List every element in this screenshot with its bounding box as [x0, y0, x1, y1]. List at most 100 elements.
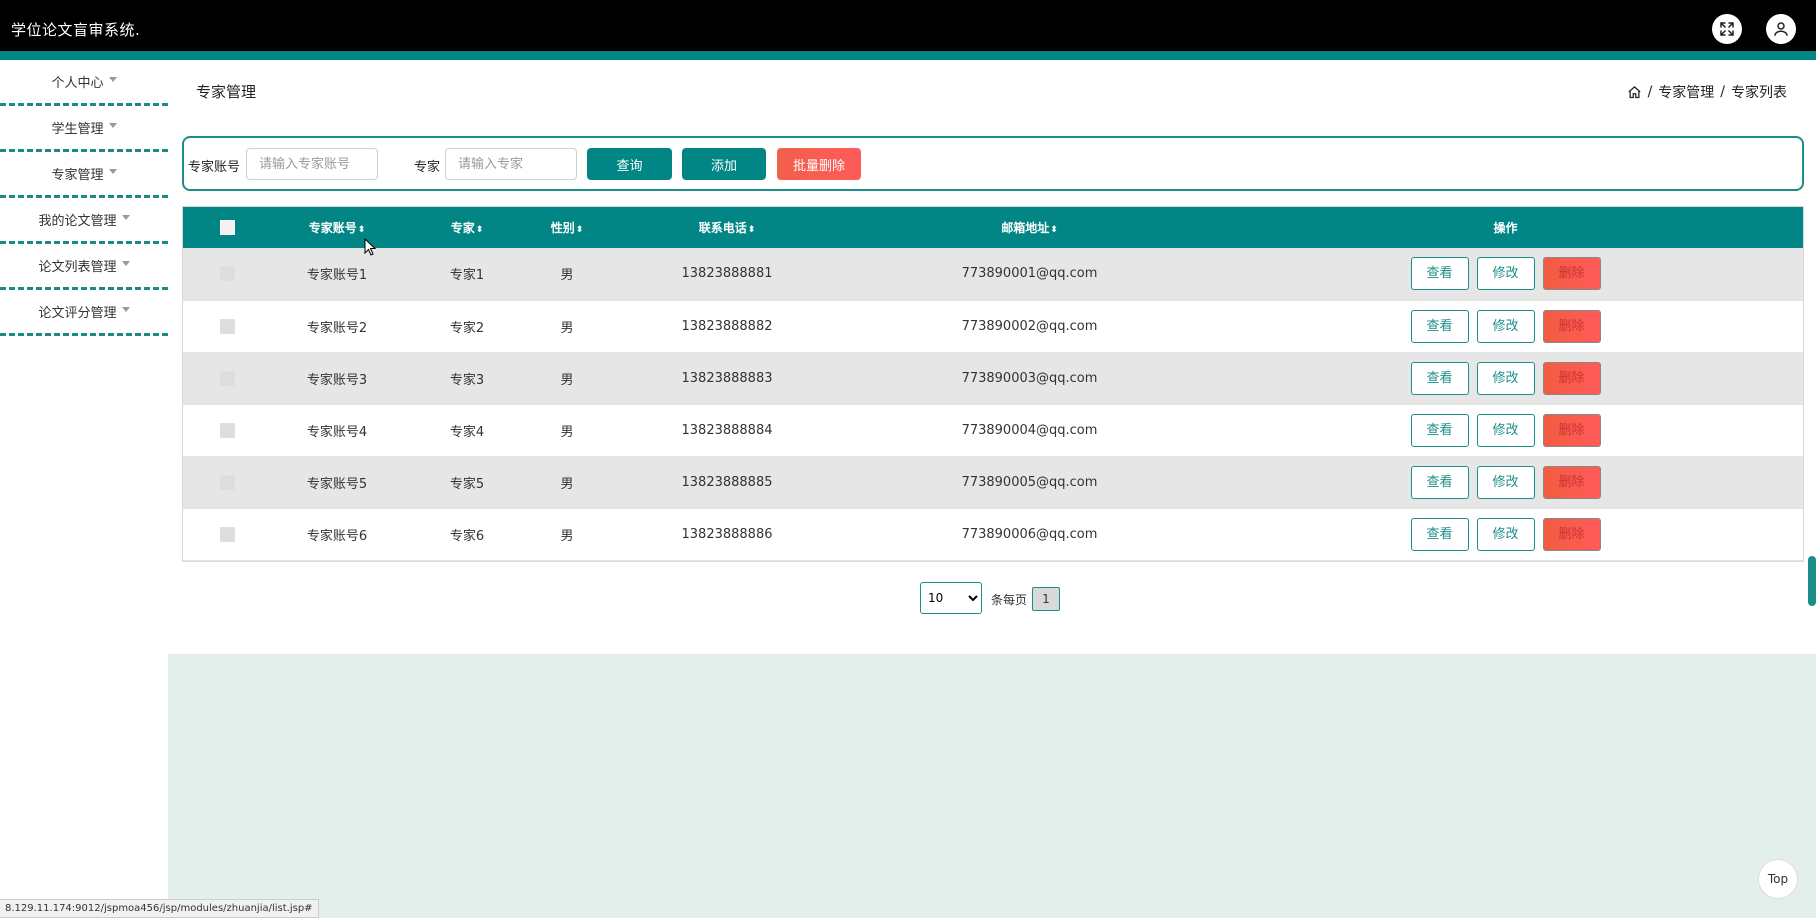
cell-actions: 查看 修改 删除: [1207, 456, 1804, 508]
status-bar-url: 8.129.11.174:9012/jspmoa456/jsp/modules/…: [0, 899, 319, 918]
row-checkbox[interactable]: [219, 422, 235, 438]
row-select-cell: [182, 352, 272, 404]
account-search-input[interactable]: [246, 148, 378, 180]
edit-button[interactable]: 修改: [1476, 361, 1535, 395]
sidebar-item-label: 学生管理: [51, 122, 104, 137]
page-number-button[interactable]: 1: [1032, 587, 1060, 611]
scrollbar-thumb[interactable]: [1808, 556, 1816, 606]
fullscreen-icon[interactable]: [1712, 14, 1742, 44]
column-header-phone[interactable]: 联系电话⬍: [602, 206, 852, 248]
delete-button[interactable]: 删除: [1542, 361, 1601, 395]
delete-button[interactable]: 删除: [1542, 413, 1601, 447]
column-header-expert[interactable]: 专家⬍: [402, 206, 532, 248]
cell-gender: 男: [560, 372, 574, 388]
row-select-cell: [182, 456, 272, 508]
sort-icon[interactable]: ⬍: [748, 225, 756, 235]
row-select-cell: [182, 404, 272, 456]
delete-button[interactable]: 删除: [1542, 465, 1601, 499]
sort-icon[interactable]: ⬍: [358, 225, 366, 235]
breadcrumb-item-experts[interactable]: 专家管理: [1658, 82, 1714, 102]
column-header-email[interactable]: 邮箱地址⬍: [852, 206, 1207, 248]
view-button[interactable]: 查看: [1410, 361, 1469, 395]
delete-button[interactable]: 删除: [1542, 257, 1601, 291]
row-select-cell: [182, 508, 272, 560]
view-button[interactable]: 查看: [1410, 413, 1469, 447]
column-header-actions: 操作: [1493, 220, 1518, 235]
row-checkbox[interactable]: [219, 370, 235, 386]
sidebar-item-students[interactable]: 学生管理: [0, 106, 168, 152]
cell-email: 773890005@qq.com: [961, 474, 1098, 490]
account-label: 专家账号: [188, 160, 241, 175]
caret-down-icon: [108, 123, 117, 128]
sort-icon[interactable]: ⬍: [476, 225, 484, 235]
cell-actions: 查看 修改 删除: [1207, 352, 1804, 404]
sidebar-item-label: 我的论文管理: [38, 214, 117, 229]
edit-button[interactable]: 修改: [1476, 257, 1535, 291]
caret-down-icon: [121, 261, 130, 266]
view-button[interactable]: 查看: [1410, 257, 1469, 291]
row-checkbox[interactable]: [219, 474, 235, 490]
row-checkbox[interactable]: [219, 318, 235, 334]
row-checkbox[interactable]: [219, 266, 235, 282]
caret-down-icon: [121, 215, 130, 220]
caret-down-icon: [108, 169, 117, 174]
edit-button[interactable]: 修改: [1476, 465, 1535, 499]
expert-search-input[interactable]: [445, 148, 577, 180]
cell-phone: 13823888883: [681, 370, 773, 386]
edit-button[interactable]: 修改: [1476, 413, 1535, 447]
delete-button[interactable]: 删除: [1542, 309, 1601, 343]
sidebar-item-label: 论文评分管理: [38, 306, 117, 321]
cell-gender: 男: [560, 268, 574, 284]
cell-account: 专家账号1: [306, 268, 368, 284]
cell-expert: 专家4: [449, 424, 485, 440]
table-row: 专家账号3 专家3 男 13823888883 773890003@qq.com 查看 修改…: [182, 352, 1804, 404]
sidebar-item-personal-center[interactable]: 个人中心: [0, 60, 168, 106]
cell-email: 773890006@qq.com: [961, 526, 1098, 542]
home-icon[interactable]: [1627, 85, 1642, 100]
cell-actions: 查看 修改 删除: [1207, 508, 1804, 560]
sidebar-item-experts[interactable]: 专家管理: [0, 152, 168, 198]
row-checkbox[interactable]: [219, 526, 235, 542]
column-header-account[interactable]: 专家账号⬍: [272, 206, 402, 248]
sidebar-item-my-thesis[interactable]: 我的论文管理: [0, 198, 168, 244]
cell-phone: 13823888886: [681, 526, 773, 542]
page-size-select[interactable]: 10: [920, 582, 982, 614]
edit-button[interactable]: 修改: [1476, 517, 1535, 551]
column-label: 联系电话: [698, 220, 747, 235]
row-select-cell: [182, 248, 272, 300]
view-button[interactable]: 查看: [1410, 465, 1469, 499]
row-select-cell: [182, 300, 272, 352]
back-to-top-button[interactable]: Top: [1758, 859, 1798, 899]
caret-down-icon: [121, 307, 130, 312]
top-header: [0, 0, 1816, 51]
sort-icon[interactable]: ⬍: [1050, 225, 1058, 235]
app-title: 学位论文盲审系统.: [11, 21, 141, 39]
cell-expert: 专家3: [449, 372, 485, 388]
breadcrumb-separator: /: [1720, 84, 1725, 100]
column-label: 性别: [550, 220, 575, 235]
query-button[interactable]: 查询: [587, 148, 672, 180]
content-background: [168, 654, 1816, 918]
cell-actions: 查看 修改 删除: [1207, 248, 1804, 300]
user-icon[interactable]: [1766, 14, 1796, 44]
caret-down-icon: [108, 77, 117, 82]
table-row: 专家账号6 专家6 男 13823888886 773890006@qq.com 查看 修改…: [182, 508, 1804, 560]
batch-delete-button[interactable]: 批量删除: [777, 148, 861, 180]
select-all-checkbox[interactable]: [219, 219, 235, 235]
mouse-cursor-icon: [364, 238, 377, 256]
breadcrumb-item-expert-list: 专家列表: [1731, 85, 1787, 101]
sidebar-item-label: 个人中心: [51, 76, 104, 91]
table-row: 专家账号5 专家5 男 13823888885 773890005@qq.com 查看 修改…: [182, 456, 1804, 508]
sidebar: 个人中心 学生管理 专家管理 我的论文管理 论文列表管理 论文评分管理: [0, 60, 168, 918]
column-header-gender[interactable]: 性别⬍: [532, 206, 602, 248]
view-button[interactable]: 查看: [1410, 517, 1469, 551]
edit-button[interactable]: 修改: [1476, 309, 1535, 343]
sort-icon[interactable]: ⬍: [576, 225, 584, 235]
sidebar-item-thesis-list[interactable]: 论文列表管理: [0, 244, 168, 290]
breadcrumb: / 专家管理 / 专家列表: [1627, 82, 1787, 102]
sidebar-item-thesis-scores[interactable]: 论文评分管理: [0, 290, 168, 336]
delete-button[interactable]: 删除: [1542, 517, 1601, 551]
cell-gender: 男: [560, 320, 574, 336]
add-button[interactable]: 添加: [682, 148, 766, 180]
view-button[interactable]: 查看: [1410, 309, 1469, 343]
